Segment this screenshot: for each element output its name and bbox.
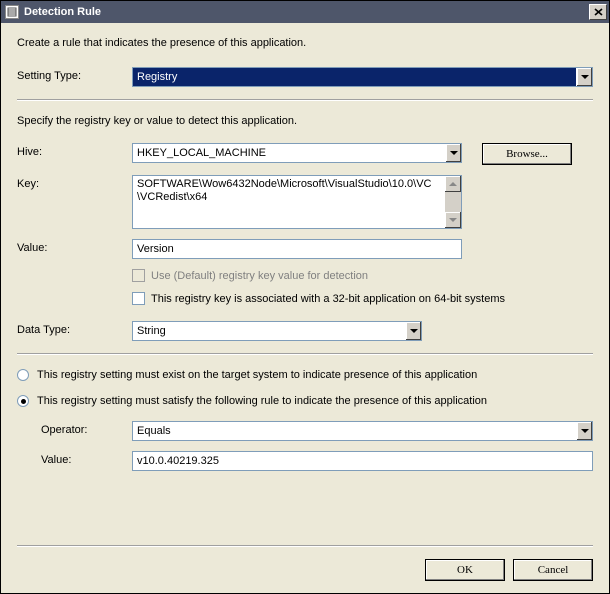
chevron-down-icon (405, 322, 421, 340)
cancel-button[interactable]: Cancel (513, 559, 593, 581)
assoc-32bit-label: This registry key is associated with a 3… (151, 293, 505, 305)
setting-type-value: Registry (137, 71, 177, 83)
radio-must-satisfy-label: This registry setting must satisfy the f… (37, 395, 487, 407)
divider (17, 353, 593, 355)
operator-select[interactable]: Equals (132, 421, 593, 441)
rule-value-label: Value: (41, 451, 132, 466)
value-input[interactable]: Version (132, 239, 462, 259)
setting-type-select[interactable]: Registry (132, 67, 593, 87)
registry-intro: Specify the registry key or value to det… (17, 115, 593, 127)
browse-label: Browse... (506, 148, 548, 160)
assoc-32bit-checkbox[interactable] (132, 292, 145, 305)
data-type-select[interactable]: String (132, 321, 422, 341)
use-default-checkbox (132, 269, 145, 282)
use-default-label: Use (Default) registry key value for det… (151, 270, 368, 282)
operator-value: Equals (137, 425, 171, 437)
key-label: Key: (17, 175, 132, 190)
data-type-value: String (137, 325, 166, 337)
key-value: SOFTWARE\Wow6432Node\Microsoft\VisualStu… (137, 178, 457, 204)
rule-value-text: v10.0.40219.325 (137, 455, 219, 467)
operator-label: Operator: (41, 421, 132, 436)
chevron-down-icon (445, 144, 461, 162)
intro-text: Create a rule that indicates the presenc… (17, 37, 593, 49)
divider (17, 99, 593, 101)
chevron-down-icon (576, 422, 592, 440)
radio-must-exist-label: This registry setting must exist on the … (37, 369, 477, 381)
hive-select[interactable]: HKEY_LOCAL_MACHINE (132, 143, 462, 163)
divider (17, 545, 593, 547)
key-input[interactable]: SOFTWARE\Wow6432Node\Microsoft\VisualStu… (132, 175, 462, 229)
ok-button[interactable]: OK (425, 559, 505, 581)
data-type-label: Data Type: (17, 321, 132, 336)
cancel-label: Cancel (538, 564, 569, 576)
radio-must-exist[interactable] (17, 369, 29, 381)
close-button[interactable] (589, 4, 607, 20)
value-text: Version (137, 243, 174, 255)
chevron-down-icon (576, 68, 592, 86)
ok-label: OK (457, 564, 473, 576)
scroll-up-icon[interactable] (445, 176, 461, 192)
browse-button[interactable]: Browse... (482, 143, 572, 165)
title-bar: Detection Rule (1, 1, 609, 23)
app-icon (5, 5, 19, 19)
scrollbar[interactable] (445, 176, 461, 228)
window-title: Detection Rule (24, 6, 589, 18)
hive-value: HKEY_LOCAL_MACHINE (137, 147, 266, 159)
radio-must-satisfy[interactable] (17, 395, 29, 407)
scroll-down-icon[interactable] (445, 212, 461, 228)
setting-type-label: Setting Type: (17, 67, 132, 82)
hive-label: Hive: (17, 143, 132, 158)
value-label: Value: (17, 239, 132, 254)
rule-value-input[interactable]: v10.0.40219.325 (132, 451, 593, 471)
